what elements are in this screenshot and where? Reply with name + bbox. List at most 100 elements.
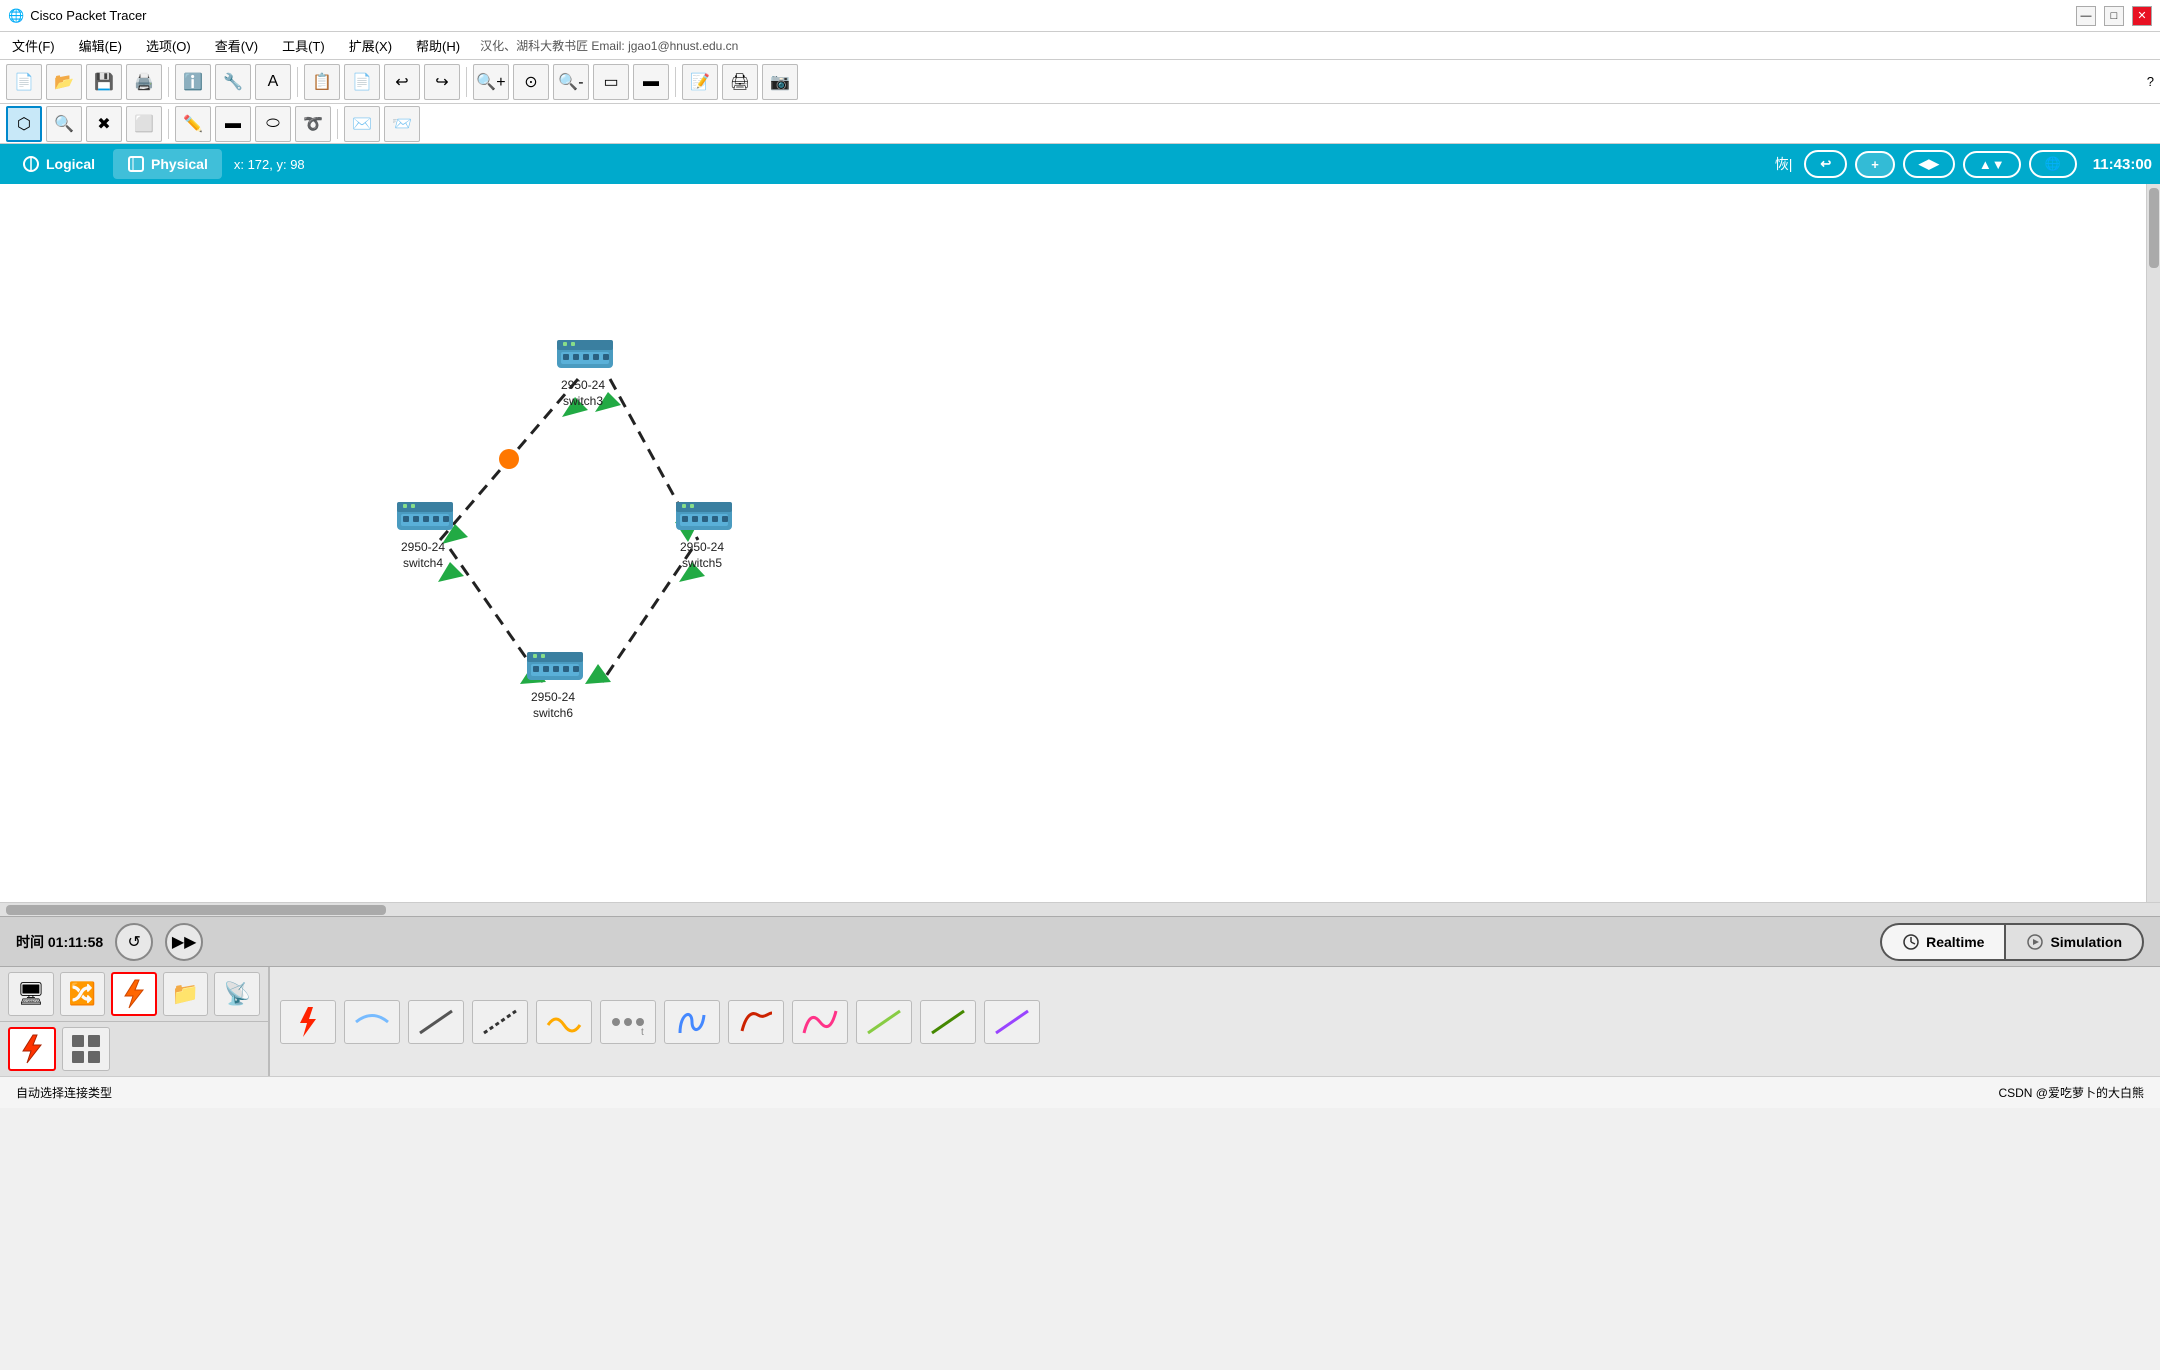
copy-button[interactable]: 📋	[304, 64, 340, 100]
minimize-button[interactable]: —	[2076, 6, 2096, 26]
undo-button[interactable]: ↩	[384, 64, 420, 100]
simulation-mode-button[interactable]: Simulation	[2004, 923, 2144, 961]
save-button[interactable]: 💾	[86, 64, 122, 100]
switch3-node[interactable]: 2950-24switch3	[553, 332, 613, 409]
back-ctrl-btn[interactable]: ↩	[1804, 150, 1847, 178]
menu-credit: 汉化、湖科大教书匠 Email: jgao1@hnust.edu.cn	[480, 37, 738, 54]
octal-cable-btn[interactable]	[856, 1000, 912, 1044]
help-icon-right[interactable]: ?	[2147, 74, 2154, 89]
switch4-svg	[393, 494, 457, 538]
routers-category[interactable]: 🖥	[8, 972, 54, 1016]
switch6-node[interactable]: 2950-24switch6	[523, 644, 583, 721]
menu-help[interactable]: 帮助(H)	[412, 34, 464, 57]
switches-category[interactable]: 🔀	[60, 972, 106, 1016]
device-row1: 🖥 🔀 📁 📡	[0, 967, 268, 1022]
view-single-button[interactable]: ▭	[593, 64, 629, 100]
coax-cable-btn[interactable]	[728, 1000, 784, 1044]
maximize-button[interactable]: □	[2104, 6, 2124, 26]
inspect-tool[interactable]: 🔍	[46, 106, 82, 142]
nav-ud-btn[interactable]: ▲▼	[1963, 151, 2021, 178]
device-categories: 🖥 🔀 📁 📡	[0, 967, 270, 1076]
cable-types: t	[270, 967, 1050, 1077]
scrollbar-thumb[interactable]	[2149, 188, 2159, 268]
straight-cable-btn[interactable]	[344, 1000, 400, 1044]
pencil-tool[interactable]: ✏️	[175, 106, 211, 142]
print-button[interactable]: 🖨️	[126, 64, 162, 100]
physical-tab[interactable]: Physical	[113, 149, 222, 179]
coax-cable-icon	[736, 1005, 776, 1039]
reset-time-button[interactable]: ↺	[115, 923, 153, 961]
delete-tool[interactable]: ✖	[86, 106, 122, 142]
menu-tools[interactable]: 工具(T)	[278, 34, 329, 57]
canvas-area[interactable]: 2950-24switch3 2950-24switch4	[0, 184, 2160, 902]
connections-category[interactable]: 📁	[163, 972, 209, 1016]
grid-item[interactable]	[62, 1027, 110, 1071]
zoom-fit-button[interactable]: ⊙	[513, 64, 549, 100]
switch5-svg	[672, 494, 736, 538]
note-button[interactable]: 📝	[682, 64, 718, 100]
marquee-tool[interactable]: ⬜	[126, 106, 162, 142]
hubs-category[interactable]	[111, 972, 157, 1016]
inspect-button[interactable]: 🔧	[215, 64, 251, 100]
ellipse-tool[interactable]: ⬭	[255, 106, 291, 142]
text-button[interactable]: A	[255, 64, 291, 100]
rollover-cable-btn[interactable]	[472, 1000, 528, 1044]
menu-view[interactable]: 查看(V)	[211, 34, 262, 57]
new-button[interactable]: 📄	[6, 64, 42, 100]
paste-button[interactable]: 📄	[344, 64, 380, 100]
line-tool[interactable]: ➰	[295, 106, 331, 142]
network-diagram	[0, 184, 2160, 902]
close-button[interactable]: ✕	[2132, 6, 2152, 26]
menu-edit[interactable]: 编辑(E)	[75, 34, 126, 57]
print2-button[interactable]: 🖨	[722, 64, 758, 100]
logical-icon	[22, 155, 40, 173]
email-tool[interactable]: ✉️	[344, 106, 380, 142]
lightning-device-icon	[115, 978, 153, 1010]
info-button[interactable]: ℹ️	[175, 64, 211, 100]
switch4-node[interactable]: 2950-24switch4	[393, 494, 453, 571]
menu-extensions[interactable]: 扩展(X)	[345, 34, 396, 57]
phone-cable-btn[interactable]	[664, 1000, 720, 1044]
separator6	[337, 109, 338, 139]
pdu-tool[interactable]: 📨	[384, 106, 420, 142]
serial-dce-btn[interactable]	[536, 1000, 592, 1044]
menu-options[interactable]: 选项(O)	[142, 34, 195, 57]
select-tool[interactable]: ⬡	[6, 106, 42, 142]
wireless-category[interactable]: 📡	[214, 972, 260, 1016]
play-button[interactable]: ▶▶	[165, 923, 203, 961]
horizontal-scrollbar[interactable]	[0, 902, 2160, 916]
auto-cable-btn[interactable]	[280, 1000, 336, 1044]
switch4-icon	[393, 494, 453, 538]
iot-cable-btn[interactable]	[984, 1000, 1040, 1044]
switch5-node[interactable]: 2950-24switch5	[672, 494, 732, 571]
screenshot-button[interactable]: 📷	[762, 64, 798, 100]
rect-tool[interactable]: ▬	[215, 106, 251, 142]
usb-cable-btn[interactable]	[920, 1000, 976, 1044]
menu-file[interactable]: 文件(F)	[8, 34, 59, 57]
back-label: 恢|	[1775, 154, 1793, 174]
globe-ctrl-btn[interactable]: 🌐	[2029, 150, 2077, 178]
view-split-button[interactable]: ▬	[633, 64, 669, 100]
redo-button[interactable]: ↪	[424, 64, 460, 100]
realtime-mode-button[interactable]: Realtime	[1880, 923, 2004, 961]
nav-lr-btn[interactable]: ◀▶	[1903, 150, 1955, 178]
vertical-scrollbar[interactable]	[2146, 184, 2160, 902]
separator1	[168, 67, 169, 97]
logical-tab-label: Logical	[46, 156, 95, 172]
open-button[interactable]: 📂	[46, 64, 82, 100]
hscrollbar-thumb[interactable]	[6, 905, 386, 915]
crossover-cable-btn[interactable]	[408, 1000, 464, 1044]
sim-icon	[2026, 933, 2044, 951]
zoom-out-button[interactable]: 🔍-	[553, 64, 589, 100]
logical-tab[interactable]: Logical	[8, 149, 109, 179]
serial-dte-btn[interactable]: t	[600, 1000, 656, 1044]
titlebar: 🌐 Cisco Packet Tracer — □ ✕	[0, 0, 2160, 32]
grid-icon	[70, 1033, 102, 1065]
zoom-in-button[interactable]: 🔍+	[473, 64, 509, 100]
add-location-btn[interactable]: +	[1855, 151, 1895, 178]
switch3-label: 2950-24switch3	[561, 378, 605, 409]
menubar: 文件(F) 编辑(E) 选项(O) 查看(V) 工具(T) 扩展(X) 帮助(H…	[0, 32, 2160, 60]
fiber-cable-btn[interactable]	[792, 1000, 848, 1044]
straight-cable-icon	[352, 1005, 392, 1039]
lightning-item[interactable]	[8, 1027, 56, 1071]
